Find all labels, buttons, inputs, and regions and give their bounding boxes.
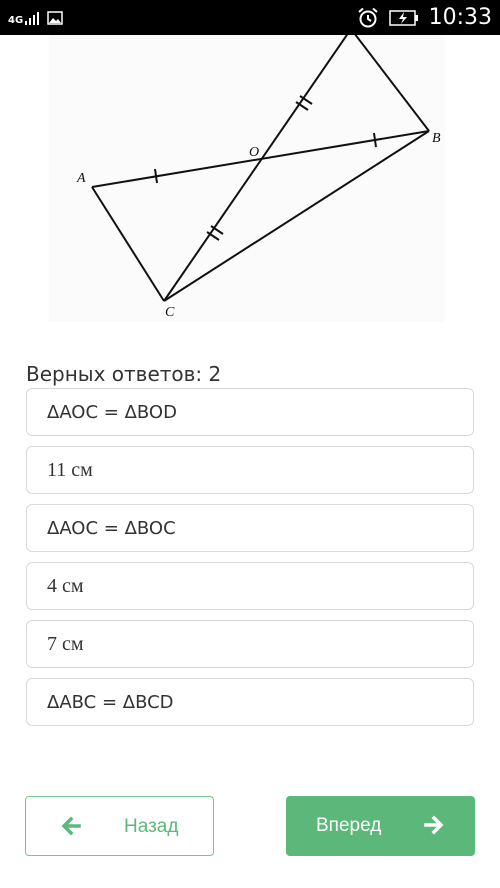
- point-label-o: O: [249, 145, 259, 160]
- segment-cb: [163, 130, 430, 302]
- tick-ob: [373, 132, 377, 148]
- answer-option[interactable]: 4 см: [26, 562, 474, 610]
- segment-ac: [91, 186, 165, 302]
- answer-option[interactable]: ΔABC = ΔBCD: [26, 678, 474, 726]
- point-label-c: C: [165, 305, 175, 320]
- answer-option[interactable]: 7 см: [26, 620, 474, 668]
- answer-option[interactable]: 11 см: [26, 446, 474, 494]
- answer-options: ΔAOC = ΔBOD 11 см ΔAOC = ΔBOC 4 см 7 см …: [26, 388, 474, 736]
- arrow-right-icon: [424, 815, 444, 835]
- back-button-label: Назад: [124, 816, 179, 837]
- alarm-icon: [357, 7, 378, 27]
- tick-ao: [154, 168, 158, 184]
- clock: 10:33: [428, 5, 492, 30]
- geometry-diagram: A B C O: [76, 28, 441, 320]
- next-button-label: Вперед: [316, 815, 382, 836]
- point-label-a: A: [76, 171, 86, 186]
- next-button[interactable]: Вперед: [286, 796, 475, 856]
- correct-answers-count: Верных ответов: 2: [26, 362, 222, 386]
- network-indicator: 4G: [8, 11, 41, 26]
- answer-option[interactable]: ΔAOC = ΔBOC: [26, 504, 474, 552]
- arrow-left-icon: [61, 816, 81, 836]
- status-bar: 4G 10:33: [0, 0, 500, 35]
- status-right: 10:33: [357, 0, 492, 35]
- network-type: 4G: [8, 15, 24, 26]
- status-left: 4G: [8, 6, 63, 30]
- signal-icon: [25, 12, 40, 25]
- segment-db: [350, 28, 430, 132]
- geometry-figure: A B C O: [49, 28, 445, 322]
- back-button[interactable]: Назад: [25, 796, 214, 856]
- point-label-b: B: [432, 131, 441, 146]
- answer-option[interactable]: ΔAOC = ΔBOD: [26, 388, 474, 436]
- battery-charging-icon: [388, 9, 418, 26]
- segment-cd: [163, 28, 352, 302]
- image-notification-icon: [47, 11, 63, 25]
